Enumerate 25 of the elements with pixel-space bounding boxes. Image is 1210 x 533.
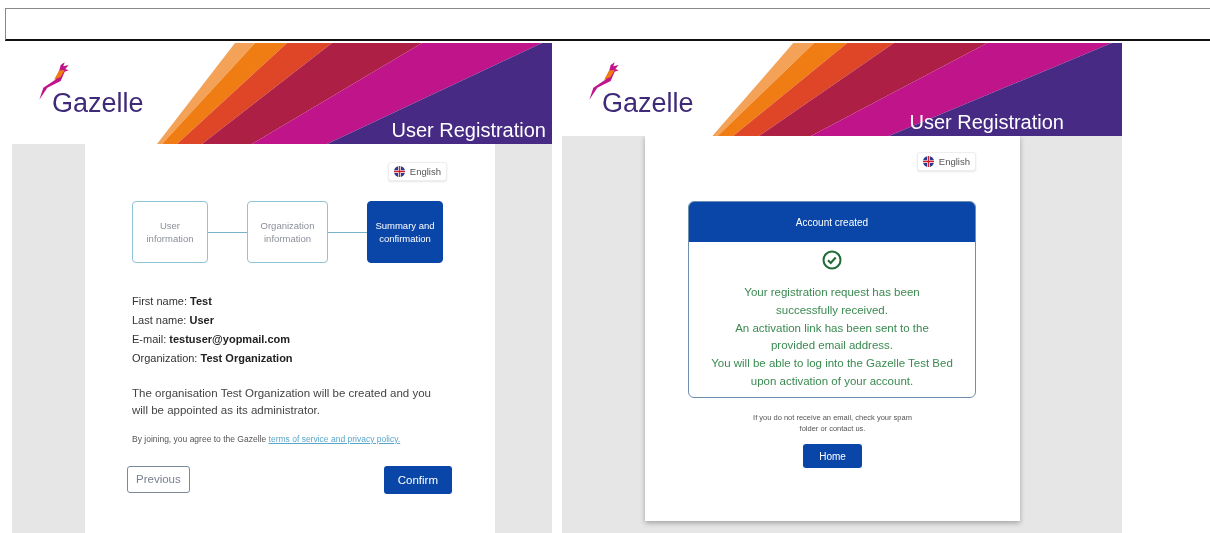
flag-icon bbox=[393, 166, 405, 177]
previous-button[interactable]: Previous bbox=[127, 465, 190, 493]
page-title: User Registration bbox=[391, 119, 546, 142]
check-circle-icon bbox=[822, 250, 842, 270]
step-tab[interactable]: Summary and confirmation bbox=[367, 201, 443, 263]
summary-field: First name: Test bbox=[132, 295, 495, 307]
message-text: An activation link has been sent to the provided email address. bbox=[734, 320, 930, 354]
terms-text: By joining, you agree to the Gazelle bbox=[132, 433, 267, 444]
page-title: User Registration bbox=[909, 111, 1064, 134]
logo-text: Gazelle bbox=[602, 88, 694, 119]
logo-text: Gazelle bbox=[52, 88, 144, 119]
step-tab[interactable]: User information bbox=[132, 201, 208, 263]
notice-text: The organisation Test Organization will be created and you will be appointed as its administrator. bbox=[132, 386, 432, 419]
message-text: Your registration request has been successfully received. bbox=[743, 285, 921, 318]
flag-icon bbox=[922, 156, 934, 167]
language-button[interactable]: English bbox=[916, 152, 976, 171]
panel-title: Account created bbox=[689, 202, 975, 242]
summary-field: E-mail: testuser@yopmail.com bbox=[132, 333, 495, 345]
summary-field: Organization: Test Organization bbox=[132, 352, 495, 364]
home-button[interactable]: Home bbox=[803, 444, 862, 469]
confirm-button[interactable]: Confirm bbox=[383, 465, 452, 494]
step-tab[interactable]: Organization information bbox=[247, 201, 328, 263]
summary-field: Last name: User bbox=[132, 314, 495, 326]
message-text: You will be able to log into the Gazelle Test Bed upon activation of your account. bbox=[710, 356, 954, 390]
language-button[interactable]: English bbox=[387, 162, 447, 181]
